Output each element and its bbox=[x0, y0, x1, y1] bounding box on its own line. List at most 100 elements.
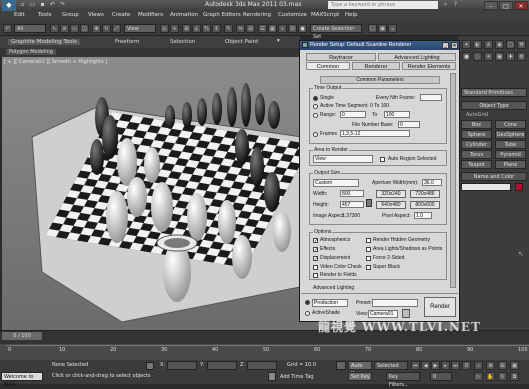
scale-icon[interactable]: ⤢ bbox=[112, 24, 121, 33]
object-name-input[interactable] bbox=[461, 183, 511, 191]
time-slider[interactable]: 0 / 100 bbox=[2, 332, 42, 340]
displacement-checkbox[interactable]: ✓ bbox=[313, 256, 318, 262]
name-and-color-rollout[interactable]: Name and Color bbox=[461, 172, 527, 181]
frames-input[interactable]: 1,3,5-12 bbox=[340, 130, 410, 137]
rotate-icon[interactable]: ↻ bbox=[102, 24, 111, 33]
frames-radio[interactable] bbox=[313, 132, 318, 137]
preset-720x486-button[interactable]: 720x486 bbox=[410, 190, 440, 198]
go-to-end-icon[interactable]: ⏭ bbox=[451, 361, 460, 370]
box-button[interactable]: Box bbox=[461, 120, 492, 129]
curve-editor-icon[interactable]: ∿ bbox=[278, 24, 287, 33]
cylinder-button[interactable]: Cylinder bbox=[461, 140, 492, 149]
image-aspect-value[interactable]: 1.37300 bbox=[342, 213, 360, 219]
viewport-label[interactable]: [ + ][ Camera01 ][ Smooth + Highlights ] bbox=[4, 59, 107, 65]
save-icon[interactable]: ▪ bbox=[38, 1, 47, 9]
geometry-icon[interactable]: ● bbox=[462, 52, 471, 61]
layer-manager-icon[interactable]: ☰ bbox=[258, 24, 267, 33]
x-coordinate-input[interactable] bbox=[167, 361, 197, 370]
common-parameters-rollout[interactable]: Common Parameters bbox=[320, 76, 440, 84]
schematic-view-icon[interactable]: ⊡ bbox=[288, 24, 297, 33]
new-file-icon[interactable]: ▫ bbox=[18, 1, 27, 9]
ribbon-minimize-icon[interactable]: ▾ bbox=[277, 38, 280, 44]
display-tab-icon[interactable]: ▢ bbox=[506, 40, 515, 49]
tab-render-elements[interactable]: Render Elements bbox=[402, 62, 456, 70]
tab-freeform[interactable]: Freeform bbox=[115, 39, 140, 45]
search-icon[interactable]: ⌕ bbox=[441, 1, 450, 9]
activeshade-radio[interactable] bbox=[305, 311, 310, 316]
hierarchy-tab-icon[interactable]: ⋔ bbox=[484, 40, 493, 49]
atmospherics-checkbox[interactable]: ✓ bbox=[313, 238, 318, 244]
mirror-icon[interactable]: ⇋ bbox=[236, 24, 245, 33]
menu-help[interactable]: Help bbox=[345, 12, 358, 18]
motion-tab-icon[interactable]: ◉ bbox=[495, 40, 504, 49]
cameras-icon[interactable]: ▣ bbox=[495, 52, 504, 61]
app-logo-icon[interactable]: ◆ bbox=[2, 0, 16, 11]
dialog-scrollbar[interactable] bbox=[450, 73, 456, 288]
pixel-aspect-input[interactable]: 1.0 bbox=[414, 212, 432, 219]
plane-button[interactable]: Plane bbox=[495, 160, 526, 169]
preset-640x480-button[interactable]: 640x480 bbox=[376, 201, 406, 209]
aperture-width-input[interactable]: 36.0 bbox=[422, 179, 442, 186]
edit-named-selection-icon[interactable]: ✎ bbox=[224, 24, 233, 33]
angle-snap-icon[interactable]: ∠ bbox=[192, 24, 201, 33]
object-type-rollout[interactable]: Object Type bbox=[461, 101, 527, 110]
rectangular-selection-icon[interactable]: ▭ bbox=[70, 24, 79, 33]
modify-tab-icon[interactable]: ◐ bbox=[473, 40, 482, 49]
next-frame-icon[interactable]: ▸ bbox=[441, 361, 450, 370]
lights-icon[interactable]: ☀ bbox=[484, 52, 493, 61]
render-hidden-geometry-checkbox[interactable] bbox=[366, 238, 371, 243]
selection-filter-dropdown[interactable]: All bbox=[14, 24, 46, 33]
rendered-frame-icon[interactable]: ▣ bbox=[378, 24, 387, 33]
pan-icon[interactable]: ✋ bbox=[486, 372, 495, 381]
material-editor-icon[interactable]: ● bbox=[298, 24, 307, 33]
tube-button[interactable]: Tube bbox=[495, 140, 526, 149]
autogrid-checkbox[interactable]: AutoGrid bbox=[466, 112, 488, 118]
menu-animation[interactable]: Animation bbox=[170, 12, 198, 18]
zoom-icon[interactable]: ⌕ bbox=[474, 361, 483, 370]
go-to-start-icon[interactable]: ⏮ bbox=[411, 361, 420, 370]
minimize-button[interactable]: – bbox=[484, 1, 498, 10]
maximize-viewport-icon[interactable]: ▣ bbox=[510, 361, 519, 370]
tab-graphite-modeling-tools[interactable]: Graphite Modeling Tools bbox=[8, 39, 81, 45]
menu-graph-editors[interactable]: Graph Editors bbox=[203, 12, 241, 18]
close-button[interactable]: ✕ bbox=[514, 1, 528, 10]
teapot-button[interactable]: Teapot bbox=[461, 160, 492, 169]
tab-common[interactable]: Common bbox=[306, 62, 350, 70]
file-number-base-input[interactable]: 0 bbox=[398, 121, 420, 128]
y-coordinate-input[interactable] bbox=[207, 361, 237, 370]
select-object-icon[interactable]: ↖ bbox=[50, 24, 59, 33]
area-lights-checkbox[interactable] bbox=[366, 247, 371, 252]
named-selection-dropdown[interactable]: Create Selection Set bbox=[310, 24, 362, 40]
polygon-modeling-panel[interactable]: Polygon Modeling bbox=[6, 49, 56, 55]
current-frame-input[interactable]: 0 bbox=[430, 372, 452, 381]
set-key-button[interactable]: Set Key bbox=[348, 372, 372, 381]
menu-tools[interactable]: Tools bbox=[38, 12, 52, 18]
systems-icon[interactable]: ⚙ bbox=[517, 52, 526, 61]
preset-800x600-button[interactable]: 800x600 bbox=[410, 201, 440, 209]
key-selection-dropdown[interactable]: Selected bbox=[374, 361, 408, 370]
area-to-render-dropdown[interactable]: View bbox=[313, 155, 373, 163]
auto-key-button[interactable]: Auto Key bbox=[348, 361, 372, 377]
z-coordinate-input[interactable] bbox=[247, 361, 277, 370]
selection-lock-icon[interactable] bbox=[146, 362, 154, 370]
field-of-view-icon[interactable]: ▷ bbox=[474, 372, 483, 381]
menu-views[interactable]: Views bbox=[88, 12, 104, 18]
tab-raytracer[interactable]: Raytracer bbox=[306, 53, 376, 61]
force-2-sided-checkbox[interactable] bbox=[366, 256, 371, 261]
height-input[interactable]: 457 bbox=[340, 201, 364, 208]
super-black-checkbox[interactable] bbox=[366, 265, 371, 270]
maximize-button[interactable]: □ bbox=[499, 1, 513, 10]
zoom-all-icon[interactable]: ⊕ bbox=[486, 361, 495, 370]
production-dropdown[interactable]: Production bbox=[312, 299, 348, 307]
viewport-toggle-icon[interactable]: ⧉ bbox=[510, 372, 519, 381]
play-icon[interactable]: ▶ bbox=[431, 361, 440, 370]
range-from-input[interactable]: 0 bbox=[340, 111, 366, 118]
pivot-icon[interactable]: ◎ bbox=[160, 24, 169, 33]
tab-advanced-lighting[interactable]: Advanced Lighting bbox=[378, 53, 456, 61]
render-setup-icon[interactable]: ☐ bbox=[368, 24, 377, 33]
utilities-tab-icon[interactable]: ⚒ bbox=[517, 40, 526, 49]
menu-edit[interactable]: Edit bbox=[14, 12, 25, 18]
shapes-icon[interactable]: ◌ bbox=[473, 52, 482, 61]
tab-renderer[interactable]: Renderer bbox=[352, 62, 400, 70]
view-dropdown[interactable]: Camera01 bbox=[368, 310, 398, 318]
